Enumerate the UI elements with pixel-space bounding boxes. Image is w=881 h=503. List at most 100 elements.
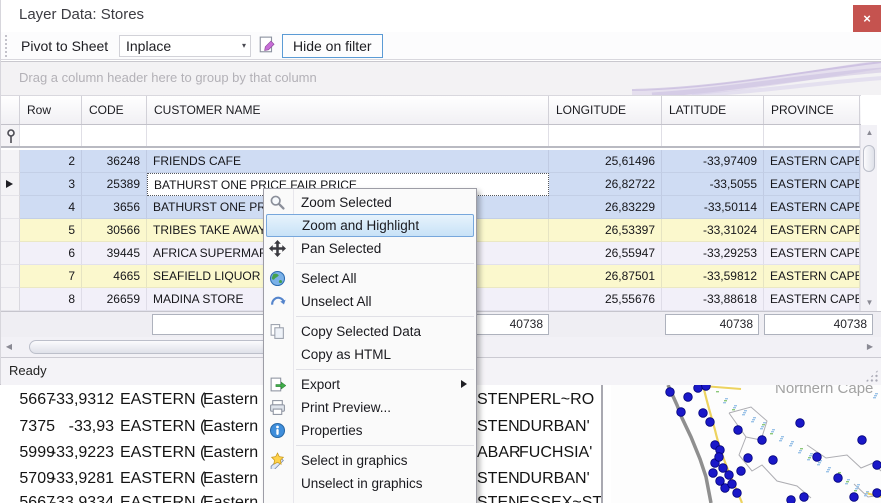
menu-item-select-in-graphics[interactable]: Select in graphics bbox=[266, 449, 474, 472]
cell-row-number[interactable]: 3 bbox=[20, 173, 82, 196]
cell-code[interactable]: 26659 bbox=[82, 288, 147, 311]
cell-latitude[interactable]: -33,97409 bbox=[662, 150, 764, 173]
cell-province[interactable]: EASTERN CAPE bbox=[764, 219, 860, 242]
close-button[interactable]: × bbox=[853, 5, 881, 33]
cell-code[interactable]: 30566 bbox=[82, 219, 147, 242]
filter-cell-lon[interactable] bbox=[549, 125, 662, 146]
column-header-customer-name[interactable]: CUSTOMER NAME bbox=[147, 96, 549, 124]
menu-item-unselect-in-graphics[interactable]: Unselect in graphics bbox=[266, 472, 474, 495]
printer-icon bbox=[269, 399, 286, 416]
menu-item-properties[interactable]: Properties bbox=[266, 419, 474, 442]
cell-latitude[interactable]: -33,5055 bbox=[662, 173, 764, 196]
edit-sheet-icon[interactable] bbox=[258, 36, 276, 54]
scroll-right-icon[interactable]: ▶ bbox=[862, 337, 878, 357]
cell-code[interactable]: 4665 bbox=[82, 265, 147, 288]
status-text: Ready bbox=[9, 363, 47, 378]
cell-province[interactable]: EASTERN CAPE bbox=[764, 265, 860, 288]
cell-row-number[interactable]: 6 bbox=[20, 242, 82, 265]
cell-row-number[interactable]: 4 bbox=[20, 196, 82, 219]
coastline bbox=[666, 385, 713, 503]
vertical-scrollbar[interactable]: ▲ ▼ bbox=[860, 125, 877, 311]
cell-latitude[interactable]: -33,31024 bbox=[662, 219, 764, 242]
title-bar[interactable]: Layer Data: Stores × bbox=[1, 0, 881, 33]
filter-cell-row[interactable] bbox=[20, 125, 82, 146]
hide-on-filter-button[interactable]: Hide on filter bbox=[282, 34, 383, 58]
cell-longitude[interactable]: 25,61496 bbox=[549, 150, 662, 173]
bg-cell-right-1: STEN bbox=[477, 418, 520, 435]
column-header-longitude[interactable]: LONGITUDE bbox=[549, 96, 662, 124]
filter-cell-name[interactable] bbox=[147, 125, 549, 146]
cell-longitude[interactable]: 26,83229 bbox=[549, 196, 662, 219]
resize-grip[interactable] bbox=[865, 369, 879, 382]
row-indicator-cell bbox=[1, 265, 20, 288]
filter-cell-prov[interactable] bbox=[764, 125, 860, 146]
cell-longitude[interactable]: 26,82722 bbox=[549, 173, 662, 196]
menu-item-zoom-selected[interactable]: Zoom Selected bbox=[266, 191, 474, 214]
menu-separator bbox=[296, 445, 474, 446]
scroll-left-icon[interactable]: ◀ bbox=[1, 337, 17, 357]
row-indicator-cell bbox=[1, 242, 20, 265]
bg-cell-right-1: STEN bbox=[477, 470, 520, 487]
scroll-down-icon[interactable]: ▼ bbox=[861, 296, 878, 310]
star-icon bbox=[269, 452, 286, 470]
cell-province[interactable]: EASTERN CAPE bbox=[764, 242, 860, 265]
map-region-label: Northern Cape bbox=[775, 385, 874, 397]
cell-latitude[interactable]: -33,50114 bbox=[662, 196, 764, 219]
column-header-row-number[interactable]: Row bbox=[20, 96, 82, 124]
bg-cell-latitude: -33,9223 bbox=[50, 444, 114, 461]
map-panel[interactable]: Northern Cape bbox=[611, 385, 881, 503]
cell-longitude[interactable]: 26,55947 bbox=[549, 242, 662, 265]
scroll-up-icon[interactable]: ▲ bbox=[861, 126, 878, 140]
cell-row-number[interactable]: 7 bbox=[20, 265, 82, 288]
filter-cell-code[interactable] bbox=[82, 125, 147, 146]
table-row[interactable]: 2 36248 FRIENDS CAFE 25,61496 -33,97409 … bbox=[1, 150, 861, 173]
menu-item-zoom-and-highlight[interactable]: Zoom and Highlight bbox=[266, 214, 474, 237]
cell-row-number[interactable]: 2 bbox=[20, 150, 82, 173]
filter-row bbox=[1, 125, 861, 148]
toolbar-grip[interactable] bbox=[5, 35, 8, 57]
menu-item-select-all[interactable]: Select All bbox=[266, 267, 474, 290]
cell-province[interactable]: EASTERN CAPE bbox=[764, 150, 860, 173]
bg-cell-right-2: DURBAN' bbox=[519, 470, 590, 487]
cell-longitude[interactable]: 25,55676 bbox=[549, 288, 662, 311]
column-header-latitude[interactable]: LATITUDE bbox=[662, 96, 764, 124]
menu-item-export[interactable]: Export bbox=[266, 373, 474, 396]
group-by-panel[interactable]: Drag a column header here to group by th… bbox=[1, 61, 881, 95]
cell-province[interactable]: EASTERN CAPE bbox=[764, 196, 860, 219]
info-icon bbox=[269, 422, 286, 439]
copy-icon bbox=[269, 323, 286, 340]
row-indicator-cell bbox=[1, 150, 20, 173]
menu-item-pan-selected[interactable]: Pan Selected bbox=[266, 237, 474, 260]
chevron-down-icon[interactable]: ▾ bbox=[242, 36, 246, 56]
pivot-to-sheet-button[interactable]: Pivot to Sheet bbox=[17, 35, 112, 57]
column-header-code[interactable]: CODE bbox=[82, 96, 147, 124]
cell-row-number[interactable]: 8 bbox=[20, 288, 82, 311]
cell-code[interactable]: 36248 bbox=[82, 150, 147, 173]
cell-row-number[interactable]: 5 bbox=[20, 219, 82, 242]
store-dots bbox=[665, 385, 881, 503]
menu-item-copy-selected-data[interactable]: Copy Selected Data bbox=[266, 320, 474, 343]
cell-latitude[interactable]: -33,29253 bbox=[662, 242, 764, 265]
swirl-decoration bbox=[632, 62, 881, 95]
pivot-mode-combobox[interactable]: Inplace ▾ bbox=[119, 35, 251, 57]
cell-code[interactable]: 3656 bbox=[82, 196, 147, 219]
cell-longitude[interactable]: 26,53397 bbox=[549, 219, 662, 242]
bg-cell-province-2: Eastern ( bbox=[203, 418, 268, 435]
menu-item-unselect-all[interactable]: Unselect All bbox=[266, 290, 474, 313]
cell-latitude[interactable]: -33,88618 bbox=[662, 288, 764, 311]
summary-province-count: 40738 bbox=[764, 314, 873, 335]
vertical-scroll-thumb[interactable] bbox=[863, 145, 875, 172]
cell-code[interactable]: 39445 bbox=[82, 242, 147, 265]
cell-latitude[interactable]: -33,59812 bbox=[662, 265, 764, 288]
menu-item-copy-as-html[interactable]: Copy as HTML bbox=[266, 343, 474, 366]
bg-cell-latitude: -33,9281 bbox=[50, 470, 114, 487]
row-indicator-cell bbox=[1, 288, 20, 311]
filter-cell-lat[interactable] bbox=[662, 125, 764, 146]
cell-code[interactable]: 25389 bbox=[82, 173, 147, 196]
menu-item-print-preview[interactable]: Print Preview... bbox=[266, 396, 474, 419]
cell-province[interactable]: EASTERN CAPE bbox=[764, 173, 860, 196]
cell-longitude[interactable]: 26,87501 bbox=[549, 265, 662, 288]
cell-province[interactable]: EASTERN CAPE bbox=[764, 288, 860, 311]
column-header-province[interactable]: PROVINCE bbox=[764, 96, 860, 124]
cell-customer-name[interactable]: FRIENDS CAFE bbox=[147, 150, 549, 173]
